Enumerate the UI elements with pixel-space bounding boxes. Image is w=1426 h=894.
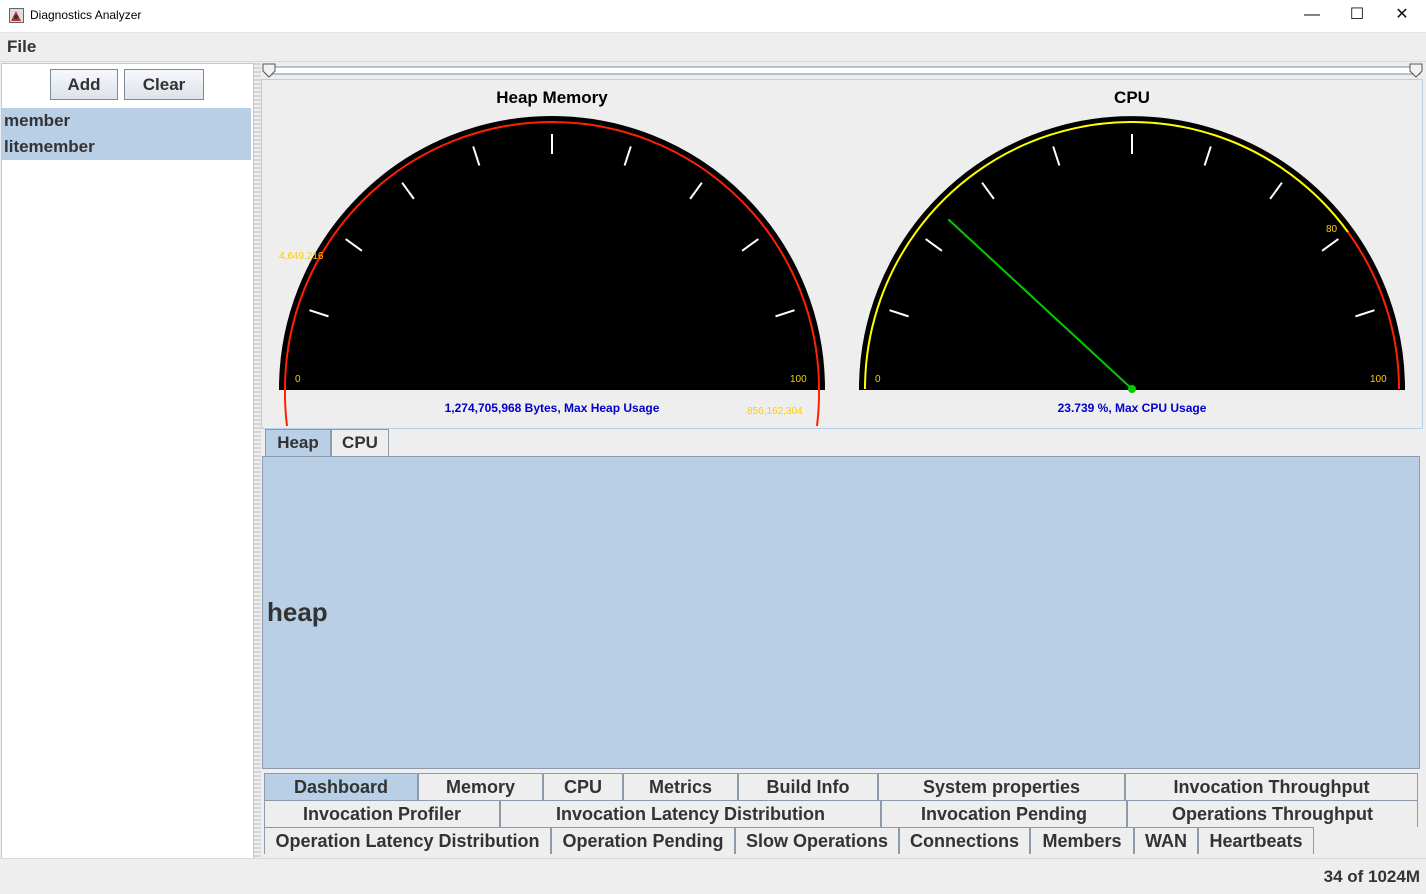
heap-gauge-title: Heap Memory (496, 88, 608, 107)
heap-gauge-overflow-arc (283, 388, 288, 427)
tab-metrics[interactable]: Metrics (623, 773, 738, 800)
tab-invocation-profiler[interactable]: Invocation Profiler (264, 800, 500, 827)
status-bar: 34 of 1024M (0, 858, 1426, 894)
cpu-min-label: 0 (875, 374, 881, 385)
tab-build-info[interactable]: Build Info (738, 773, 878, 800)
tab-operations-throughput[interactable]: Operations Throughput (1127, 800, 1418, 827)
time-range-slider[interactable] (262, 63, 1424, 79)
tab-memory[interactable]: Memory (418, 773, 543, 800)
tab-slow-operations[interactable]: Slow Operations (735, 827, 899, 854)
tab-invocation-throughput[interactable]: Invocation Throughput (1125, 773, 1418, 800)
tab-members[interactable]: Members (1030, 827, 1134, 854)
chart-content-area: heap (262, 456, 1420, 769)
menu-bar: File (0, 33, 1426, 62)
app-icon (9, 8, 24, 23)
cpu-gauge-dial (858, 116, 1406, 390)
cpu-max-label: 100 (1370, 374, 1387, 385)
heap-max-value-label: 856,162,304 (747, 406, 803, 417)
tab-connections[interactable]: Connections (899, 827, 1030, 854)
close-icon[interactable]: ✕ (1379, 0, 1425, 32)
heap-gauge-overflow-arc-end (816, 388, 821, 427)
tab-operation-latency-distribution[interactable]: Operation Latency Distribution (264, 827, 551, 854)
tab-invocation-pending[interactable]: Invocation Pending (881, 800, 1127, 827)
slider-start-handle (262, 63, 276, 78)
heap-max-label: 100 (790, 374, 807, 385)
tab-heartbeats[interactable]: Heartbeats (1198, 827, 1314, 854)
list-item-litemember[interactable]: litemember (2, 134, 251, 160)
tab-operation-pending[interactable]: Operation Pending (551, 827, 735, 854)
add-button[interactable]: Add (50, 69, 118, 100)
gauges-canvas: Heap Memory 0 100 4,649,216 856,162,304 … (278, 88, 1406, 427)
heap-min-label: 0 (295, 374, 301, 385)
tab-cpu[interactable]: CPU (543, 773, 623, 800)
split-divider[interactable] (254, 63, 261, 857)
cpu-gauge-title: CPU (1114, 88, 1150, 107)
list-item-member[interactable]: member (2, 108, 251, 134)
window-title: Diagnostics Analyzer (30, 8, 142, 22)
heap-threshold-label: 4,649,216 (279, 251, 324, 262)
tab-dashboard[interactable]: Dashboard (264, 773, 418, 800)
cpu-needle-hub (1128, 385, 1136, 393)
menu-file[interactable]: File (7, 37, 36, 57)
member-panel: Add Clear member litemember (1, 63, 254, 859)
tab-cpu-chart[interactable]: CPU (331, 429, 389, 456)
title-bar: Diagnostics Analyzer — ☐ ✕ (0, 0, 1426, 33)
gauges-panel: Heap Memory 0 100 4,649,216 856,162,304 … (261, 79, 1423, 429)
clear-button[interactable]: Clear (124, 69, 204, 100)
minimize-icon[interactable]: — (1289, 0, 1335, 32)
heap-gauge-dial (278, 116, 826, 390)
cpu-readout: 23.739 %, Max CPU Usage (1058, 401, 1207, 415)
heap-readout: 1,274,705,968 Bytes, Max Heap Usage (445, 401, 660, 415)
tab-invocation-latency-distribution[interactable]: Invocation Latency Distribution (500, 800, 881, 827)
maximize-icon[interactable]: ☐ (1334, 0, 1380, 32)
tab-heap[interactable]: Heap (265, 429, 331, 456)
slider-end-handle (1409, 63, 1423, 78)
chart-placeholder-label: heap (267, 597, 328, 627)
cpu-threshold-label: 80 (1326, 224, 1338, 235)
tab-system-properties[interactable]: System properties (878, 773, 1125, 800)
tab-wan[interactable]: WAN (1134, 827, 1198, 854)
memory-status: 34 of 1024M (1323, 867, 1420, 886)
